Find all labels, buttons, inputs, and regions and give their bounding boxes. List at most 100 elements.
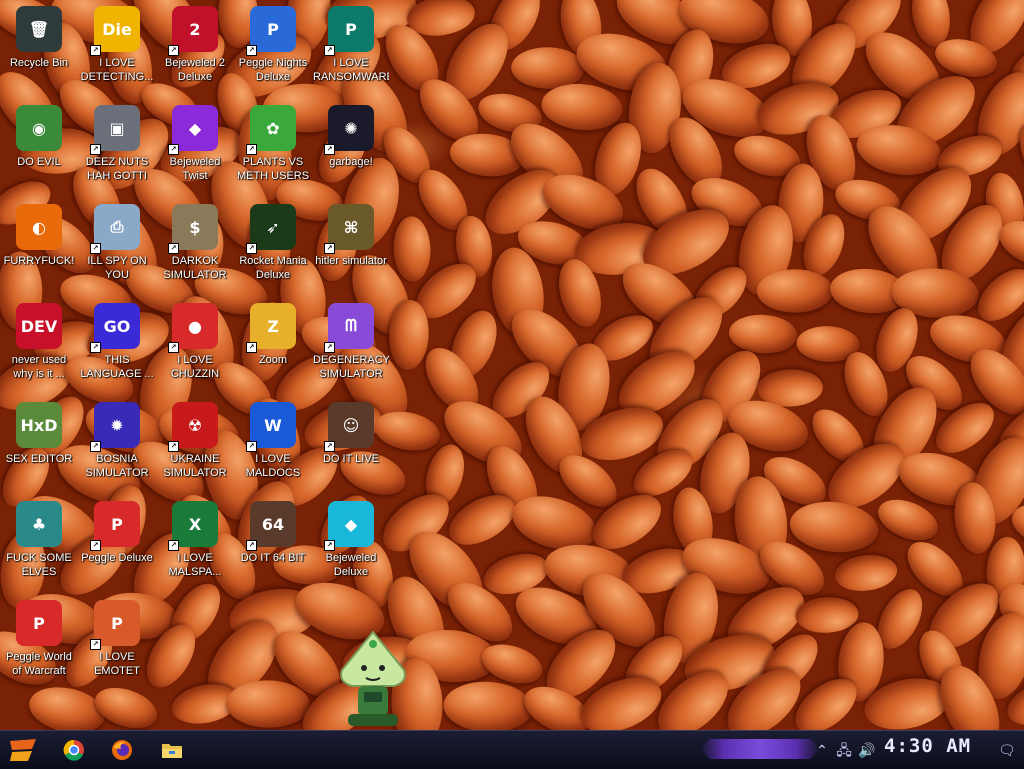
desktop-icon-label: Bejeweled 2 Deluxe	[165, 57, 225, 83]
bean-shape	[510, 46, 585, 89]
desktop-icon[interactable]: ◉ DO EVIL	[1, 99, 77, 189]
desktop-icon[interactable]: P Peggle World of Warcraft Edition	[1, 594, 77, 684]
money-bag-icon: $ ↗	[168, 204, 218, 254]
chevron-up-icon[interactable]: ⌃	[814, 742, 830, 758]
desktop-icon[interactable]: Z ↗ Zoom	[235, 297, 311, 387]
shortcut-arrow-icon: ↗	[324, 144, 335, 155]
shortcut-arrow-icon: ↗	[246, 243, 257, 254]
desktop-icon[interactable]: ♣ FUCK SOME ELVES	[1, 495, 77, 585]
desktop-icon-label: DO EVIL	[17, 156, 61, 168]
shortcut-arrow-icon: ↗	[324, 342, 335, 353]
desktop-icon-label: Peggle Deluxe	[81, 552, 153, 564]
shortcut-arrow-icon: ↗	[90, 441, 101, 452]
peggle-wow-icon: P	[16, 600, 62, 646]
chuzzle-icon: ● ↗	[168, 303, 218, 353]
bean-shape	[756, 269, 833, 313]
bean-shape	[539, 80, 624, 134]
desktop-icon[interactable]: ⎙ ↗ ILL SPY ON YOU	[79, 198, 155, 288]
firefox-icon: ◐	[16, 204, 62, 250]
desktop-icon-label: DEGENERACY SIMULATOR	[313, 354, 389, 380]
start-button[interactable]	[4, 734, 42, 766]
desktop-icon[interactable]: 🗑 Recycle Bin	[1, 0, 77, 90]
desktop-icon-label: Bejeweled Twist	[169, 156, 221, 182]
desktop-icon[interactable]: W ↗ I LOVE MALDOCS	[235, 396, 311, 486]
taskbar-firefox-button[interactable]	[108, 736, 136, 764]
desktop-icon[interactable]: ● ↗ I LOVE CHUZZIN	[157, 297, 233, 387]
taskbar-chrome-button[interactable]	[60, 736, 88, 764]
paradox-icon: ✺ ↗	[324, 105, 374, 155]
shortcut-arrow-icon: ↗	[168, 243, 179, 254]
desktop-icon[interactable]: ☺ ↗ DO IT LIVE	[313, 396, 389, 486]
desktop-icon[interactable]: Die ↗ I LOVE DETECTING...	[79, 0, 155, 90]
word-icon: W ↗	[246, 402, 296, 452]
desktop-icon[interactable]: ✺ ↗ garbage!	[313, 99, 389, 189]
desktop-icon[interactable]: P ↗ Peggle Deluxe	[79, 495, 155, 585]
desktop-icon[interactable]: $ ↗ DARKOK SIMULATOR	[157, 198, 233, 288]
desktop-icon[interactable]: 2 ↗ Bejeweled 2 Deluxe	[157, 0, 233, 90]
desktop-icon-label: Bejeweled Deluxe	[325, 552, 377, 578]
radiation-icon: ☢ ↗	[168, 402, 218, 452]
shortcut-arrow-icon: ↗	[324, 45, 335, 56]
desktop-icon-label: I LOVE CHUZZIN	[170, 354, 220, 380]
desktop-icon-label: never used why is it ...	[11, 354, 67, 380]
desktop-icon[interactable]: P ↗ I LOVE RANSOMWARE	[313, 0, 389, 90]
desktop-icon[interactable]: X ↗ I LOVE MALSPA...	[157, 495, 233, 585]
desktop-icon-label: BOSNIA SIMULATOR	[85, 453, 149, 479]
desktop-icon-label: FURRYFUCK!	[3, 255, 75, 267]
desktop-icon-label: Peggle World of Warcraft Edition	[6, 651, 72, 677]
desktop-icon[interactable]: ✹ ↗ BOSNIA SIMULATOR	[79, 396, 155, 486]
desktop-icon-label: Rocket Mania Deluxe	[239, 255, 307, 281]
desktop-icon[interactable]: ✿ ↗ PLANTS VS METH USERS	[235, 99, 311, 189]
desktop-icon[interactable]: GO ↗ THIS LANGUAGE ...	[79, 297, 155, 387]
notification-icon[interactable]: 🗨	[998, 742, 1016, 758]
portrait-icon: ☺ ↗	[324, 402, 374, 452]
desktop-icon[interactable]: ▣ ↗ DEEZ NUTS HAH GOTTI	[79, 99, 155, 189]
desktop-icon[interactable]: HxD SEX EDITOR	[1, 396, 77, 486]
network-icon[interactable]: 🖧	[836, 742, 852, 758]
taskbar-file-explorer-button[interactable]	[158, 736, 186, 764]
diamond-icon: ◆ ↗	[324, 501, 374, 551]
desktop-icon[interactable]: P ↗ I LOVE EMOTET	[79, 594, 155, 684]
peggle-icon: P ↗	[90, 501, 140, 551]
desktop-icon[interactable]: ☢ ↗ UKRAINE SIMULATOR	[157, 396, 233, 486]
detect-it-easy-icon: Die ↗	[90, 6, 140, 56]
shortcut-arrow-icon: ↗	[324, 540, 335, 551]
shortcut-arrow-icon: ↗	[324, 441, 335, 452]
clock[interactable]: 4:30 AM	[884, 735, 971, 757]
desktop-icon[interactable]: ◆ ↗ Bejeweled Deluxe	[313, 495, 389, 585]
system-tray: ⌃ 🖧 🔊 4:30 AM 🗨	[814, 731, 1024, 769]
folder-icon	[162, 744, 182, 758]
desktop-icon[interactable]: DEV never used why is it ...	[1, 297, 77, 387]
rocket-mania-icon: ➶ ↗	[246, 204, 296, 254]
devcpp-icon: DEV	[16, 303, 62, 349]
shortcut-arrow-icon: ↗	[168, 45, 179, 56]
bejeweled-2-icon: 2 ↗	[168, 6, 218, 56]
desktop-icon[interactable]: ◆ ↗ Bejeweled Twist	[157, 99, 233, 189]
desktop-icon[interactable]: ➶ ↗ Rocket Mania Deluxe	[235, 198, 311, 288]
desktop-icon[interactable]: ◐ FURRYFUCK!	[1, 198, 77, 288]
shortcut-arrow-icon: ↗	[90, 342, 101, 353]
bean-shape	[787, 497, 881, 557]
portrait-64-icon: 64 ↗	[246, 501, 296, 551]
desktop-icon-label: I LOVE RANSOMWARE	[313, 57, 389, 83]
shortcut-arrow-icon: ↗	[324, 243, 335, 254]
desktop-icon[interactable]: ⌘ ↗ hitler simulator	[313, 198, 389, 288]
shortcut-arrow-icon: ↗	[90, 45, 101, 56]
peggle-nights-icon: P ↗	[246, 6, 296, 56]
desktop-icon-label: UKRAINE SIMULATOR	[163, 453, 227, 479]
desktop-icon[interactable]: P ↗ Peggle Nights Deluxe	[235, 0, 311, 90]
bean-shape	[392, 215, 432, 282]
excel-icon: X ↗	[168, 501, 218, 551]
firefox-icon	[112, 740, 132, 760]
shortcut-arrow-icon: ↗	[246, 45, 257, 56]
bean-shape	[441, 679, 534, 730]
shortcut-arrow-icon: ↗	[90, 243, 101, 254]
bean-shape	[225, 679, 311, 729]
desktop-icon[interactable]: ᗰ ↗ DEGENERACY SIMULATOR	[313, 297, 389, 387]
desktop-icon-label: I LOVE DETECTING...	[80, 57, 154, 83]
desktop-icon[interactable]: 64 ↗ DO IT 64 BIT	[235, 495, 311, 585]
chrome-icon	[63, 739, 84, 761]
network-computer-icon: ⎙ ↗	[90, 204, 140, 254]
goland-icon: GO ↗	[90, 303, 140, 353]
volume-icon[interactable]: 🔊	[858, 742, 875, 758]
